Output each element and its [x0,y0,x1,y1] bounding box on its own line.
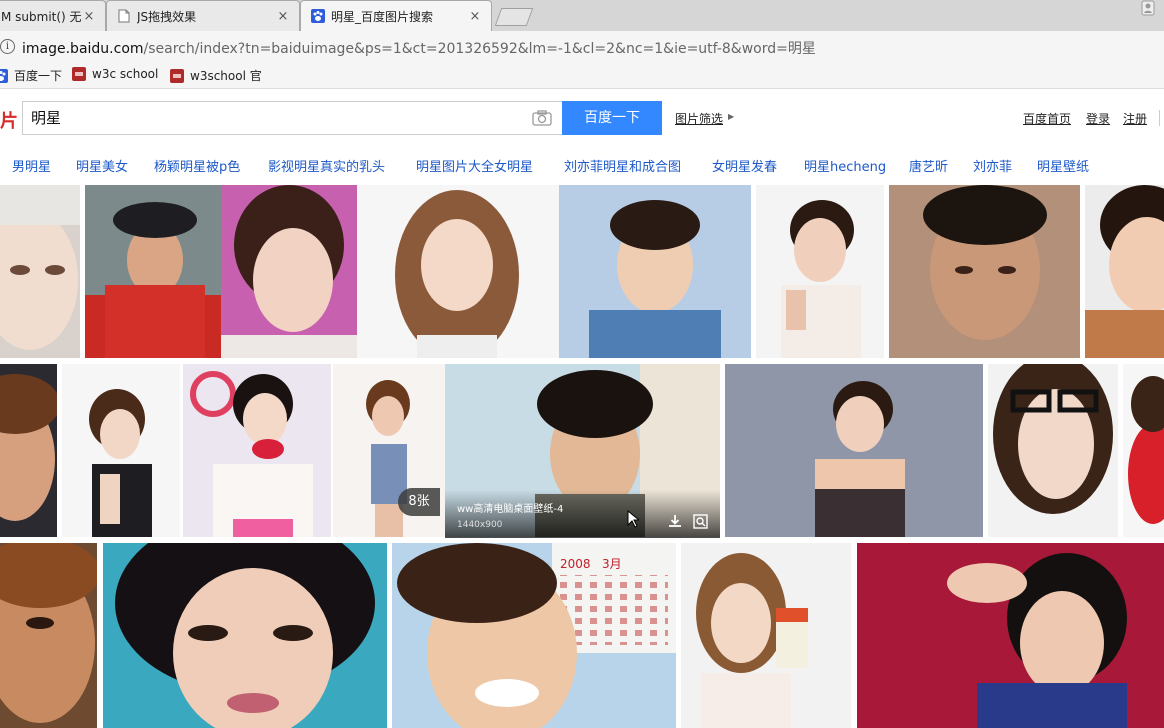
tab-title: JS拖拽效果 [137,9,197,24]
similar-search-icon[interactable] [693,514,708,529]
mouse-cursor-icon [627,510,639,528]
related-search-item[interactable]: 明星hecheng [804,156,886,175]
tab-baidu-images[interactable]: 明星_百度图片搜索 × [300,0,492,31]
new-tab-button[interactable] [494,8,534,26]
close-icon[interactable]: × [81,9,97,24]
image-filter-link[interactable]: 图片筛选 [675,110,723,127]
address-bar[interactable]: i image.baidu.com/search/index?tn=baidui… [0,31,1164,63]
profile-icon[interactable] [1138,0,1158,16]
image-result[interactable] [0,364,57,537]
related-search-item[interactable]: 杨颖明星被p色 [154,156,240,175]
bookmark-w3school[interactable]: w3school 官 [170,67,262,84]
tab-submit[interactable]: M submit() 无 × [0,0,106,31]
related-search-item[interactable]: 刘亦菲明星和成合图 [564,156,681,175]
related-search-item[interactable]: 唐艺昕 [909,156,948,175]
image-result[interactable] [357,185,559,358]
image-result[interactable] [681,543,851,728]
tab-title: M submit() 无 [1,9,81,24]
url-path: /search/index?tn=baiduimage&ps=1&ct=2013… [143,41,816,57]
image-result[interactable] [559,185,751,358]
baidu-paw-icon [0,68,8,83]
image-result[interactable] [889,185,1080,358]
search-input[interactable]: 明星 [22,101,562,135]
image-caption[interactable]: ww高清电脑桌面壁纸-4 [457,500,563,515]
related-search-item[interactable]: 影视明星真实的乳头 [268,156,385,175]
image-result[interactable] [1123,364,1164,537]
tab-strip: M submit() 无 × JS拖拽效果 × 明星_百度图片搜索 × [0,0,1164,31]
image-result[interactable]: 2008 3月 [392,543,676,728]
baidu-paw-icon [311,9,325,23]
camera-icon[interactable] [532,110,552,126]
image-result[interactable] [988,364,1118,537]
related-search-item[interactable]: 男明星 [12,156,51,175]
w3c-icon [72,67,86,81]
image-count-badge[interactable]: 8张 [398,488,440,516]
bookmark-label: w3school 官 [190,69,262,83]
image-result[interactable] [756,185,884,358]
related-search-item[interactable]: 明星壁纸 [1037,156,1089,175]
image-result[interactable] [103,543,387,728]
image-dimensions: 1440x900 [457,520,503,530]
download-icon[interactable] [668,514,682,528]
info-icon[interactable]: i [0,39,15,54]
related-search-item[interactable]: 刘亦菲 [973,156,1012,175]
more-link[interactable] [1159,110,1164,126]
tab-title: 明星_百度图片搜索 [331,9,434,24]
calendar-month: 3月 [602,557,622,571]
url-field[interactable]: image.baidu.com/search/index?tn=baiduima… [22,38,816,58]
calendar-year: 2008 [560,557,591,571]
search-button[interactable]: 百度一下 [562,101,662,135]
chevron-right-icon: ▶ [728,112,735,121]
bookmark-w3c-school[interactable]: w3c school [72,67,158,81]
bookmark-label: 百度一下 [14,69,63,83]
baidu-logo[interactable]: 片 [0,107,18,133]
related-search-item[interactable]: 明星美女 [76,156,128,175]
url-host: image.baidu.com [22,41,144,57]
related-search-item[interactable]: 明星图片大全女明星 [416,156,533,175]
w3school-icon [170,68,184,83]
baidu-home-link[interactable]: 百度首页 [1023,110,1071,127]
image-result[interactable] [0,185,80,358]
image-result[interactable] [85,185,221,358]
image-result[interactable] [221,185,357,358]
image-result[interactable] [857,543,1164,728]
tab-js-drag[interactable]: JS拖拽效果 × [106,0,300,31]
page-icon [118,9,130,23]
bookmark-label: w3c school [92,67,159,81]
image-result[interactable] [0,543,97,728]
related-search-item[interactable]: 女明星发春 [712,156,777,175]
image-result[interactable] [725,364,983,537]
image-result[interactable] [1085,185,1164,358]
image-result[interactable] [62,364,180,537]
close-icon[interactable]: × [275,9,291,24]
login-link[interactable]: 登录 [1086,110,1110,127]
register-link[interactable]: 注册 [1123,110,1147,127]
bookmark-baidu[interactable]: 百度一下 [0,67,62,84]
image-result[interactable] [183,364,331,537]
close-icon[interactable]: × [467,9,483,24]
bookmarks-bar: 百度一下 w3c school w3school 官 [0,62,1164,89]
